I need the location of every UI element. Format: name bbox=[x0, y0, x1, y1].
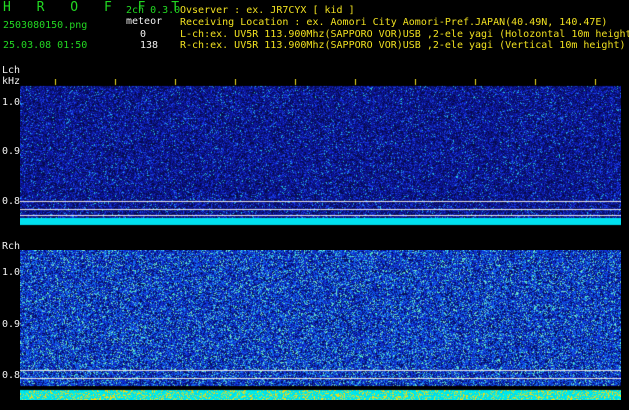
filename-label: 2503080150.png bbox=[3, 20, 88, 31]
khz-unit-label: kHz bbox=[2, 76, 21, 87]
datetime-label: 25.03.08 01:50 bbox=[3, 40, 88, 51]
meteor-label: meteor bbox=[126, 16, 163, 27]
lch-freq-tick-1.0: 1.0 bbox=[2, 97, 21, 108]
rch-freq-tick-1.0: 1.0 bbox=[2, 267, 21, 278]
location-line: Receiving Location : ex. Aomori City Aom… bbox=[180, 17, 608, 28]
lch-freq-tick-0.9: 0.9 bbox=[2, 146, 21, 157]
rch-freq-tick-0.8: 0.8 bbox=[2, 370, 21, 381]
lch-freq-tick-0.8: 0.8 bbox=[2, 196, 21, 207]
rch-meteor-count: 138 bbox=[140, 40, 159, 51]
lch-spectrogram bbox=[20, 79, 621, 229]
rch-config-line: R-ch:ex. UV5R 113.900Mhz(SAPPORO VOR)USB… bbox=[180, 40, 626, 51]
observer-line: Ovserver : ex. JR7CYX [ kid ] bbox=[180, 5, 355, 16]
rch-label: Rch bbox=[2, 241, 21, 252]
rch-freq-tick-0.9: 0.9 bbox=[2, 319, 21, 330]
rch-spectrogram bbox=[20, 250, 621, 400]
